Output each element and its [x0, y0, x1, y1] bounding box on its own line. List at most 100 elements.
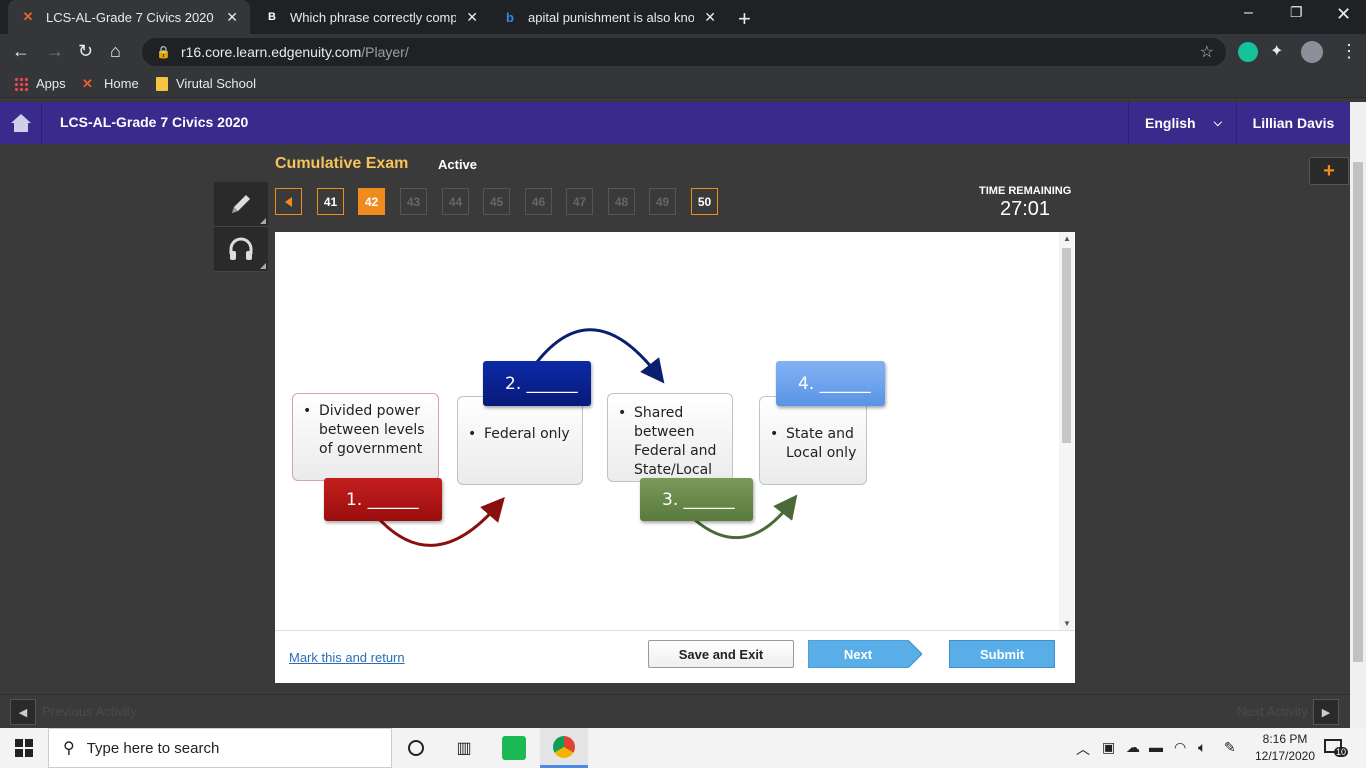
question-50[interactable]: 50 [691, 188, 718, 215]
home-icon[interactable]: ⌂ [110, 41, 121, 62]
reload-icon[interactable]: ↻ [78, 41, 93, 62]
scroll-up-icon[interactable]: ▲ [1063, 234, 1071, 243]
browser-menu-icon[interactable]: ⋮ [1340, 41, 1358, 62]
pen-ink-icon[interactable]: ✎ [1224, 739, 1236, 756]
chrome-taskbar-button[interactable] [540, 728, 588, 768]
close-window-icon[interactable]: ✕ [1336, 4, 1351, 25]
wifi-icon[interactable]: ◠ [1174, 739, 1186, 756]
tab-title: LCS-AL-Grade 7 Civics 2020 - Edg [46, 9, 216, 25]
task-view-button[interactable]: ▥ [440, 728, 488, 768]
course-title: LCS-AL-Grade 7 Civics 2020 [60, 114, 249, 130]
page-scrollbar[interactable] [1350, 102, 1366, 728]
submit-button[interactable]: Submit [949, 640, 1055, 668]
browser-tab-brainly[interactable]: B Which phrase correctly complete ✕ [252, 0, 490, 34]
blank-label-3: 3. ______ [640, 478, 753, 521]
battery-icon[interactable]: ▬ [1149, 739, 1163, 755]
user-menu[interactable]: Lillian Davis [1236, 102, 1350, 144]
bookmarks-bar: Apps ✕ Home Virutal School [0, 70, 1366, 98]
close-tab-icon[interactable]: ✕ [704, 9, 716, 26]
notifications-button[interactable]: 10 [1324, 737, 1349, 759]
show-hidden-icons-chevron-icon[interactable]: ︿ [1076, 739, 1090, 759]
question-43[interactable]: 43 [400, 188, 427, 215]
browser-tab-bar: ✕ LCS-AL-Grade 7 Civics 2020 - Edg ✕ B W… [0, 0, 1366, 34]
forward-arrow-icon[interactable]: → [46, 41, 64, 62]
mark-and-return-link[interactable]: Mark this and return [289, 650, 405, 665]
back-arrow-icon[interactable]: ← [12, 41, 30, 62]
start-button[interactable] [0, 728, 48, 768]
language-label: English [1145, 115, 1196, 131]
question-46[interactable]: 46 [525, 188, 552, 215]
taskbar-search[interactable]: ⚲ Type here to search [48, 728, 392, 768]
next-button[interactable]: Next [808, 640, 922, 668]
volume-icon[interactable]: 🔈︎ [1198, 739, 1206, 756]
minimize-icon[interactable]: – [1244, 4, 1253, 22]
bookmark-label: Home [104, 76, 139, 91]
previous-activity-button[interactable]: ◀ [10, 699, 36, 725]
apps-grid-icon [14, 76, 28, 91]
question-48[interactable]: 48 [608, 188, 635, 215]
meet-now-icon[interactable]: ▣ [1102, 739, 1115, 756]
taskbar-clock[interactable]: 8:16 PM 12/17/2020 [1254, 731, 1316, 765]
grammarly-extension-icon[interactable] [1238, 42, 1258, 62]
profile-avatar[interactable] [1301, 41, 1323, 63]
activity-nav-bar: ◀ Previous Activity Next Activity ▶ [0, 694, 1350, 728]
pencil-tool-button[interactable] [214, 182, 268, 227]
scroll-down-icon[interactable]: ▼ [1063, 619, 1071, 628]
spotify-taskbar-button[interactable] [490, 728, 538, 768]
chrome-icon [553, 735, 575, 758]
tool-panel [214, 182, 268, 272]
url-path: /Player/ [361, 44, 409, 60]
app-home-button[interactable] [0, 102, 42, 144]
bookmark-apps[interactable]: Apps [14, 76, 66, 91]
question-content: Divided power between levels of governme… [275, 232, 1075, 683]
close-tab-icon[interactable]: ✕ [466, 9, 478, 26]
windows-taskbar: ⚲ Type here to search ▥ ︿ ▣ ☁ ▬ ◠ 🔈︎ ✎ 8… [0, 728, 1366, 768]
question-41[interactable]: 41 [317, 188, 344, 215]
question-45[interactable]: 45 [483, 188, 510, 215]
address-bar[interactable]: 🔒 r16.core.learn.edgenuity.com/Player/ ☆ [142, 38, 1226, 66]
new-tab-icon[interactable]: + [738, 6, 751, 32]
windows-logo-icon [15, 739, 33, 757]
box-text: State and Local only [770, 425, 860, 463]
chevron-down-icon: ⌵ [1213, 116, 1222, 129]
question-49[interactable]: 49 [649, 188, 676, 215]
cortana-button[interactable] [392, 728, 440, 768]
bookmark-star-icon[interactable]: ☆ [1200, 42, 1214, 62]
close-tab-icon[interactable]: ✕ [226, 9, 238, 26]
box-text: Divided power between levels of governme… [303, 402, 432, 459]
bookmark-virtual-school[interactable]: Virutal School [156, 76, 256, 91]
question-44[interactable]: 44 [442, 188, 469, 215]
pencil-icon [232, 195, 250, 213]
bookmark-home[interactable]: ✕ Home [82, 76, 139, 91]
browser-tab-bing[interactable]: b apital punishment is also known ✕ [490, 0, 728, 34]
question-42[interactable]: 42 [358, 188, 385, 215]
next-activity-label: Next Activity [1237, 704, 1308, 719]
onedrive-icon[interactable]: ☁ [1126, 739, 1140, 756]
edgenuity-x-icon: ✕ [22, 9, 34, 24]
question-47[interactable]: 47 [566, 188, 593, 215]
audio-tool-button[interactable] [214, 227, 268, 272]
bookmark-label: Virutal School [176, 76, 256, 91]
scrollbar-thumb[interactable] [1062, 248, 1071, 443]
next-activity-button[interactable]: ▶ [1313, 699, 1339, 725]
caret-right-icon: ▶ [1321, 706, 1331, 719]
exam-title: Cumulative Exam [275, 155, 409, 172]
box-text: Federal only [468, 425, 576, 444]
content-scrollbar[interactable]: ▲ ▼ [1059, 232, 1074, 630]
timer-value: 27:01 [1000, 198, 1051, 220]
expand-plus-button[interactable]: + [1309, 157, 1349, 185]
restore-icon[interactable]: ❐ [1290, 4, 1303, 21]
diagram-box-4: State and Local only [759, 396, 867, 485]
browser-toolbar: ← → ↻ ⌂ 🔒 r16.core.learn.edgenuity.com/P… [0, 34, 1366, 70]
language-select[interactable]: English ⌵ [1128, 102, 1236, 144]
notification-count-badge: 10 [1334, 747, 1349, 757]
bing-b-icon: b [506, 9, 514, 25]
save-and-exit-button[interactable]: Save and Exit [648, 640, 794, 668]
app-header: LCS-AL-Grade 7 Civics 2020 English ⌵ Lil… [0, 102, 1350, 144]
previous-questions-button[interactable] [275, 188, 302, 215]
scrollbar-thumb[interactable] [1353, 162, 1363, 662]
folder-icon [156, 76, 168, 91]
search-icon: ⚲ [63, 740, 75, 757]
browser-tab-edgenuity[interactable]: ✕ LCS-AL-Grade 7 Civics 2020 - Edg ✕ [8, 0, 250, 34]
extensions-puzzle-icon[interactable]: ✦ [1270, 41, 1283, 61]
